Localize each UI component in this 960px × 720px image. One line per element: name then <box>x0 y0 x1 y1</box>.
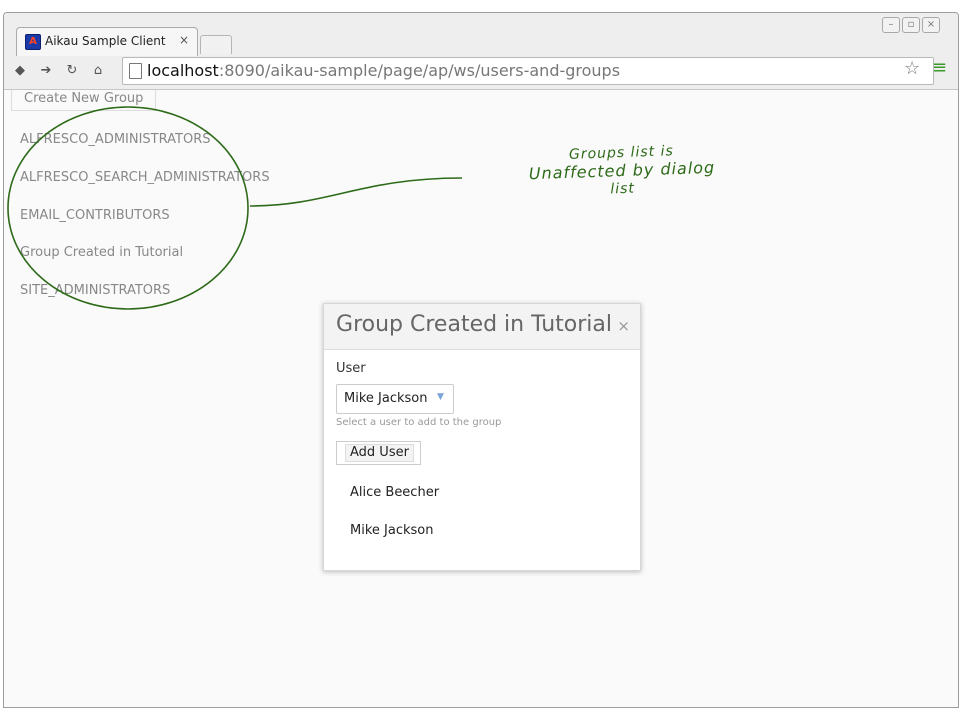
user-select-value: Mike Jackson <box>344 391 428 406</box>
browser-toolbar: A Aikau Sample Client × – ▫ × ◆ ➔ ↻ ⌂ lo… <box>4 13 958 90</box>
group-item[interactable]: ALFRESCO_SEARCH_ADMINISTRATORS <box>20 170 270 185</box>
group-item[interactable]: SITE_ADMINISTRATORS <box>20 283 170 298</box>
reload-icon[interactable]: ↻ <box>64 63 80 79</box>
bookmark-star-icon[interactable]: ☆ <box>904 58 920 79</box>
url-text: localhost:8090/aikau-sample/page/ap/ws/u… <box>147 61 620 80</box>
browser-window: A Aikau Sample Client × – ▫ × ◆ ➔ ↻ ⌂ lo… <box>3 12 959 708</box>
back-icon[interactable]: ◆ <box>12 63 28 79</box>
annotation-note: Groups list is Unaffected by dialog list <box>486 139 758 202</box>
tab-title: Aikau Sample Client <box>45 34 166 48</box>
page-icon <box>129 63 142 79</box>
create-new-group-button[interactable]: Create New Group <box>11 90 157 111</box>
dialog-title: Group Created in Tutorial <box>336 312 612 337</box>
home-icon[interactable]: ⌂ <box>90 63 106 79</box>
group-item[interactable]: EMAIL_CONTRIBUTORS <box>20 208 170 223</box>
url-host: localhost <box>147 61 219 80</box>
group-item[interactable]: Group Created in Tutorial <box>20 245 183 260</box>
user-select[interactable]: Mike Jackson ▼ <box>336 384 454 414</box>
forward-icon[interactable]: ➔ <box>38 63 54 79</box>
group-dialog: Group Created in Tutorial × User Mike Ja… <box>323 303 641 571</box>
dialog-header: Group Created in Tutorial × <box>324 304 640 350</box>
minimize-icon[interactable]: – <box>882 17 900 33</box>
tab-close-icon[interactable]: × <box>179 33 189 47</box>
user-field-label: User <box>336 361 366 376</box>
maximize-icon[interactable]: ▫ <box>902 17 920 33</box>
url-path: :8090/aikau-sample/page/ap/ws/users-and-… <box>218 61 621 80</box>
member-item: Alice Beecher <box>350 485 440 500</box>
new-tab-button[interactable] <box>200 35 232 54</box>
add-user-label: Add User <box>345 444 414 462</box>
aikau-favicon-icon: A <box>25 34 41 50</box>
browser-menu-icon[interactable]: ≡ <box>932 57 947 78</box>
chevron-down-icon: ▼ <box>437 392 444 402</box>
dialog-close-icon[interactable]: × <box>617 317 630 335</box>
window-close-icon[interactable]: × <box>922 17 940 33</box>
group-item[interactable]: ALFRESCO_ADMINISTRATORS <box>20 132 210 147</box>
user-field-hint: Select a user to add to the group <box>336 417 502 428</box>
member-item: Mike Jackson <box>350 523 434 538</box>
browser-tab[interactable]: A Aikau Sample Client × <box>16 27 198 56</box>
page-content: Create New Group ALFRESCO_ADMINISTRATORS… <box>4 90 958 707</box>
add-user-button[interactable]: Add User <box>336 441 421 465</box>
address-bar[interactable]: localhost:8090/aikau-sample/page/ap/ws/u… <box>122 57 934 85</box>
